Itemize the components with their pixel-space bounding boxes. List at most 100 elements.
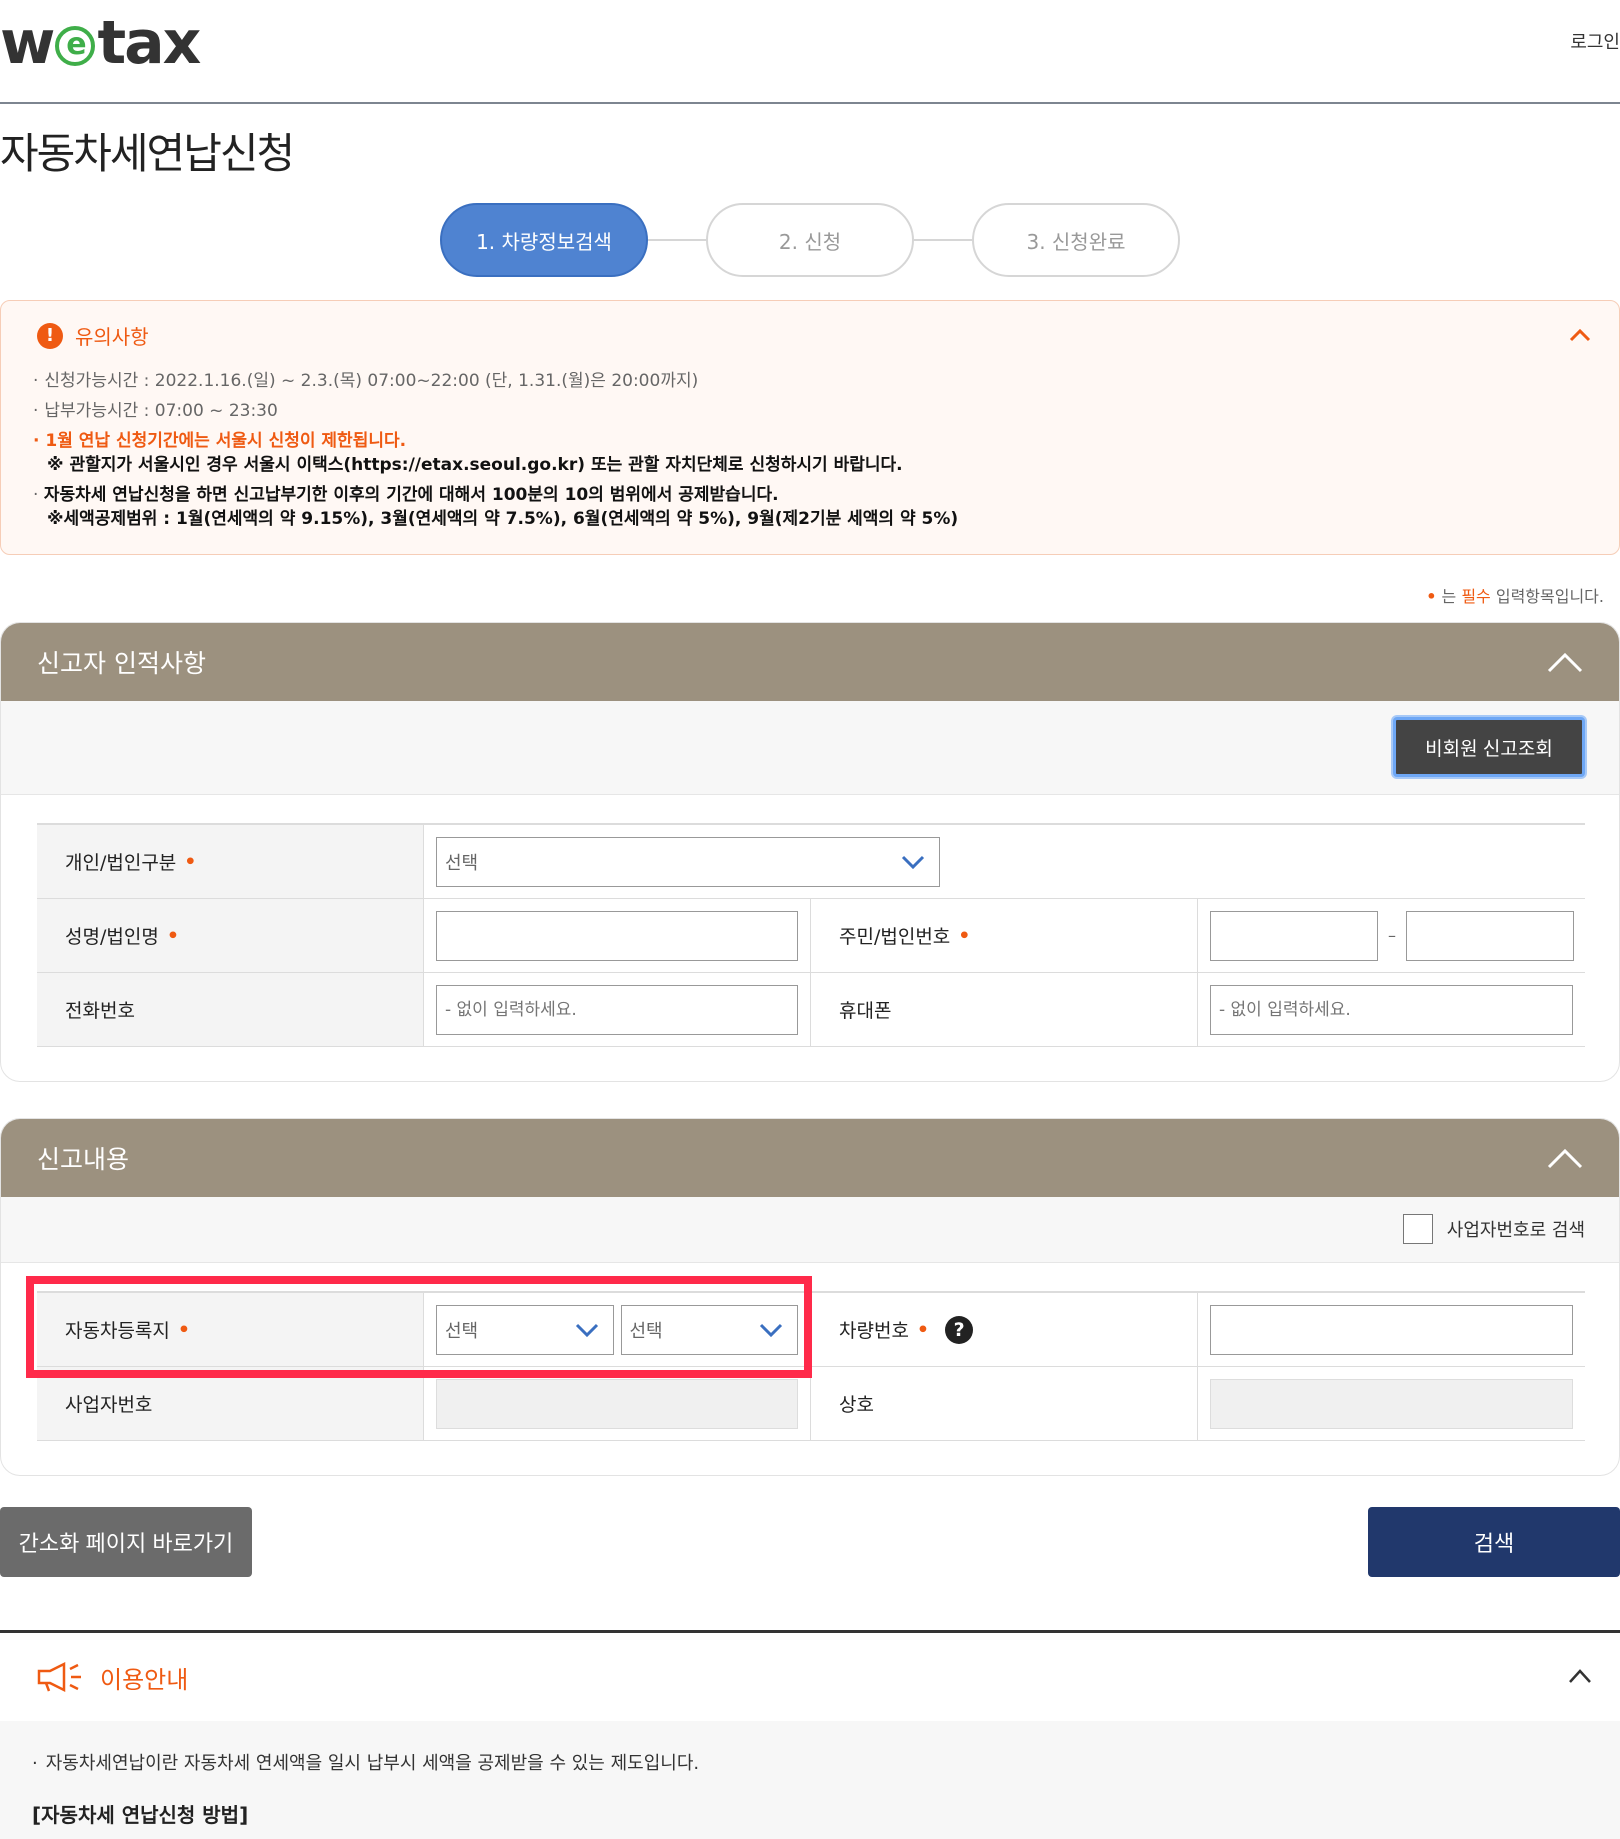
type-label: 개인/법인구분 [65, 852, 177, 874]
required-note: • 는 필수 입력항목입니다. [1426, 583, 1604, 607]
panel-header[interactable]: 신고내용 [1, 1119, 1619, 1197]
biz-search-text: 사업자번호로 검색 [1446, 1220, 1585, 1241]
id-label: 주민/법인번호 [839, 926, 951, 948]
field-value [424, 899, 811, 972]
notice-warning-text: 1월 연납 신청기간에는 서울시 신청이 제한됩니다. [45, 431, 407, 451]
page-title: 자동차세연납신청 [0, 129, 295, 178]
step-indicator: 1. 차량정보검색 2. 신청 3. 신청완료 [440, 203, 1180, 277]
notice-deduction-text: 자동차세 연납신청을 하면 신고납부기한 이후의 기간에 대해서 100분의 1… [43, 485, 779, 505]
car-number-input[interactable] [1210, 1304, 1573, 1355]
panel-title: 신고자 인적사항 [37, 649, 206, 678]
mobile-input[interactable] [1210, 984, 1573, 1035]
field-value [1198, 1293, 1585, 1366]
guide-body: 자동차세연납이란 자동차세 연세액을 일시 납부시 세액을 공제받을 수 있는 … [0, 1721, 1620, 1839]
mobile-label: 휴대폰 [839, 1000, 892, 1022]
guide-header[interactable]: 이용안내 [0, 1633, 1620, 1721]
id-number-back-input[interactable] [1406, 910, 1574, 961]
notice-warning: · 1월 연납 신청기간에는 서울시 신청이 제한됩니다. [33, 431, 407, 451]
notice-header[interactable]: ! 유의사항 [37, 321, 149, 350]
field-label: 주민/법인번호 • [811, 899, 1198, 972]
panel-toolbar: 비회원 신고조회 [1, 701, 1619, 795]
select-value: 선택 [445, 852, 479, 874]
field-label: 개인/법인구분 • [37, 825, 424, 898]
company-input [1210, 1378, 1573, 1429]
field-value: 선택 [424, 825, 1585, 898]
field-label: 차량번호 • ? [811, 1293, 1198, 1366]
phone-label: 전화번호 [65, 1000, 135, 1022]
biz-search-checkbox[interactable] [1402, 1214, 1433, 1244]
biz-number-label: 사업자번호 [65, 1394, 153, 1416]
required-dot: • [166, 924, 179, 947]
chevron-up-icon[interactable] [1547, 647, 1583, 677]
reporter-info-panel: 신고자 인적사항 비회원 신고조회 개인/법인구분 • 선택 성명/법인명 • 주민… [0, 622, 1620, 1082]
form-row: 성명/법인명 • 주민/법인번호 • – [37, 899, 1585, 973]
step-2: 2. 신청 [706, 203, 914, 277]
dash-separator: – [1388, 926, 1396, 945]
logo-w: w [0, 8, 55, 78]
notice-line: 신청가능시간 : 2022.1.16.(일) ~ 2.3.(목) 07:00~2… [33, 369, 1599, 393]
notice-warning-sub: ※ 관할지가 서울시인 경우 서울시 이택스(https://etax.seou… [47, 455, 903, 475]
nonmember-inquiry-button[interactable]: 비회원 신고조회 [1393, 717, 1585, 777]
step-3: 3. 신청완료 [972, 203, 1180, 277]
step-1: 1. 차량정보검색 [440, 203, 648, 277]
help-icon[interactable]: ? [945, 1315, 974, 1344]
logo-tax: tax [97, 8, 201, 78]
id-number-front-input[interactable] [1210, 910, 1378, 961]
required-dot: • [916, 1318, 930, 1341]
name-input[interactable] [436, 910, 798, 961]
reporter-form-table: 개인/법인구분 • 선택 성명/법인명 • 주민/법인번호 • – 전화번호 -… [37, 823, 1585, 1047]
notice-body: 신청가능시간 : 2022.1.16.(일) ~ 2.3.(목) 07:00~2… [33, 369, 1599, 531]
car-number-label: 차량번호 [839, 1320, 909, 1342]
guide-line: 자동차세연납이란 자동차세 연세액을 일시 납부시 세액을 공제받을 수 있는 … [32, 1749, 1620, 1775]
required-note-must: 필수 [1461, 587, 1491, 606]
megaphone-icon [37, 1661, 81, 1693]
panel-header[interactable]: 신고자 인적사항 [1, 623, 1619, 701]
step-connector [648, 239, 708, 241]
notice-line: 납부가능시간 : 07:00 ~ 23:30 [33, 399, 1599, 423]
logo-e: e [55, 26, 96, 66]
header: w e tax 로그인 [0, 0, 1620, 104]
company-label: 상호 [839, 1394, 874, 1416]
field-value [424, 973, 811, 1046]
notice-deduction-range: ※세액공제범위 : 1월(연세액의 약 9.15%), 3월(연세액의 약 7.… [47, 509, 959, 529]
notice-deduction: · 자동차세 연납신청을 하면 신고납부기한 이후의 기간에 대해서 100분의… [33, 485, 779, 505]
form-row: 사업자번호 상호 [37, 1367, 1585, 1441]
guide-title: 이용안내 [100, 1665, 189, 1694]
usage-guide: 이용안내 자동차세연납이란 자동차세 연세액을 일시 납부시 세액을 공제받을 … [0, 1630, 1620, 1839]
required-dot: • [1426, 587, 1437, 606]
wetax-logo[interactable]: w e tax [0, 8, 201, 78]
search-button[interactable]: 검색 [1368, 1507, 1620, 1577]
notice-box: ! 유의사항 신청가능시간 : 2022.1.16.(일) ~ 2.3.(목) … [0, 300, 1620, 555]
required-dot: • [958, 924, 971, 947]
field-value [1198, 1367, 1585, 1440]
required-note-suffix: 입력항목입니다. [1490, 587, 1604, 606]
biz-search-checkbox-label[interactable]: 사업자번호로 검색 [1402, 1214, 1585, 1244]
login-link[interactable]: 로그인 [1570, 28, 1620, 54]
highlight-box [26, 1276, 812, 1378]
chevron-down-icon [901, 855, 925, 869]
required-note-prefix: 는 [1441, 587, 1462, 606]
chevron-up-icon[interactable] [1568, 1667, 1592, 1685]
notice-title: 유의사항 [75, 325, 149, 349]
chevron-up-icon[interactable] [1547, 1143, 1583, 1173]
panel-title: 신고내용 [37, 1145, 130, 1174]
field-label: 전화번호 [37, 973, 424, 1046]
field-label: 상호 [811, 1367, 1198, 1440]
field-label: 휴대폰 [811, 973, 1198, 1046]
name-label: 성명/법인명 [65, 926, 159, 948]
form-row: 개인/법인구분 • 선택 [37, 825, 1585, 899]
chevron-up-icon[interactable] [1569, 325, 1591, 347]
biz-number-input [436, 1378, 798, 1429]
field-value: – [1198, 899, 1585, 972]
simple-page-button[interactable]: 간소화 페이지 바로가기 [0, 1507, 252, 1577]
form-row: 전화번호 휴대폰 [37, 973, 1585, 1047]
person-type-select[interactable]: 선택 [436, 836, 940, 887]
panel-toolbar: 사업자번호로 검색 [1, 1197, 1619, 1263]
field-label: 성명/법인명 • [37, 899, 424, 972]
field-value [1198, 973, 1585, 1046]
guide-heading: [자동차세 연납신청 방법] [32, 1803, 249, 1827]
exclamation-icon: ! [37, 322, 63, 349]
required-dot: • [184, 850, 197, 873]
phone-input[interactable] [436, 984, 798, 1035]
step-connector [914, 239, 974, 241]
